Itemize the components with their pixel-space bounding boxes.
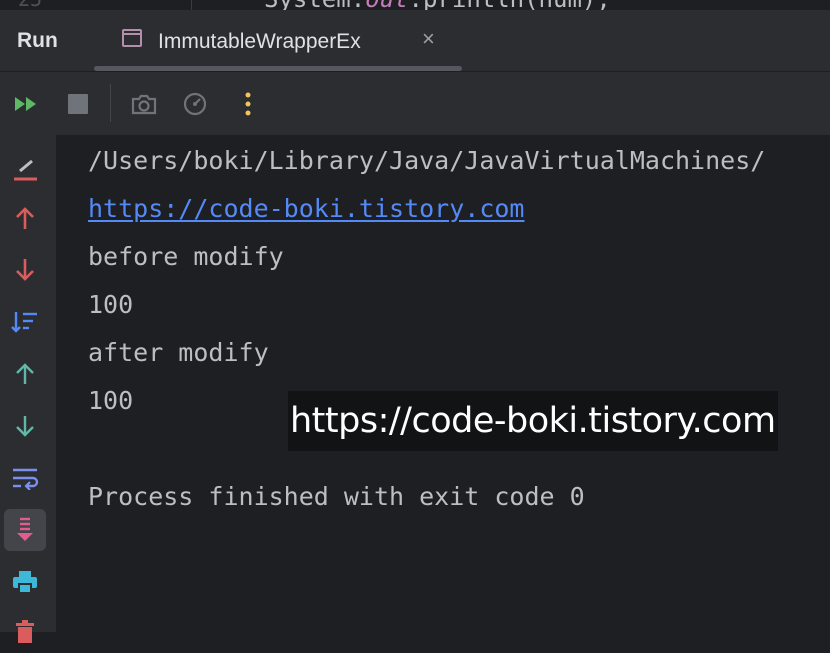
- delete-icon: [16, 620, 34, 643]
- down-stack-button[interactable]: [4, 249, 46, 291]
- tab-immutable-wrapper-ex[interactable]: ImmutableWrapperEx ×: [94, 10, 462, 71]
- sort-icon: [11, 312, 37, 333]
- next-occurrence-icon: [16, 416, 34, 437]
- watermark: https://code-boki.tistory.com: [288, 391, 778, 451]
- scroll-to-end-icon: [17, 517, 33, 541]
- console-line: after modify: [88, 338, 269, 367]
- next-occurrence-button[interactable]: [4, 405, 46, 447]
- print-icon: [13, 571, 37, 594]
- console-line-exit-status: Process finished with exit code 0: [88, 482, 585, 511]
- console-line: before modify: [88, 242, 284, 271]
- run-tool-window-header: Run ImmutableWrapperEx ×: [0, 10, 830, 72]
- profiler-button[interactable]: [181, 90, 209, 118]
- more-options-icon: [245, 92, 251, 116]
- stop-button[interactable]: [64, 90, 92, 118]
- close-icon[interactable]: ×: [422, 27, 435, 51]
- previous-occurrence-icon: [16, 363, 34, 384]
- clear-all-button[interactable]: [4, 147, 46, 189]
- console-line: 100: [88, 386, 134, 415]
- code-keyword: out: [365, 0, 408, 10]
- console-side-toolbar: [0, 135, 56, 643]
- soft-wrap-button[interactable]: [4, 457, 46, 499]
- run-config-icon: [122, 29, 142, 47]
- editor-strip: 25 System.out.println(num);: [0, 0, 830, 10]
- down-stack-icon: [16, 259, 34, 281]
- screenshot-icon: [131, 94, 157, 115]
- console-line-java-path: /Users/boki/Library/Java/JavaVirtualMach…: [88, 146, 766, 175]
- scroll-to-end-button[interactable]: [4, 509, 46, 551]
- code-suffix: .println(num);: [409, 0, 611, 10]
- rerun-icon: [15, 97, 36, 111]
- soft-wrap-icon: [13, 468, 39, 490]
- gutter-divider: [191, 0, 192, 10]
- code-line[interactable]: System.out.println(num);: [264, 0, 611, 10]
- run-toolbar: [0, 72, 830, 135]
- delete-button[interactable]: [4, 611, 46, 653]
- stop-icon: [68, 94, 88, 114]
- sort-button[interactable]: [4, 301, 46, 343]
- gutter-line-number: 25: [18, 0, 42, 10]
- tab-label: ImmutableWrapperEx: [158, 30, 361, 53]
- console-link[interactable]: https://code-boki.tistory.com: [88, 194, 525, 224]
- screenshot-button[interactable]: [130, 90, 158, 118]
- tab-selected-indicator: [94, 66, 462, 71]
- previous-occurrence-button[interactable]: [4, 353, 46, 395]
- rerun-button[interactable]: [12, 90, 40, 118]
- more-options-button[interactable]: [234, 90, 262, 118]
- up-stack-button[interactable]: [4, 197, 46, 239]
- console-line: 100: [88, 290, 134, 319]
- up-stack-icon: [16, 207, 34, 229]
- tool-window-title: Run: [17, 29, 58, 52]
- clear-all-icon: [14, 159, 37, 181]
- print-button[interactable]: [4, 561, 46, 603]
- profiler-icon: [183, 92, 207, 116]
- console-output[interactable]: /Users/boki/Library/Java/JavaVirtualMach…: [56, 135, 830, 632]
- toolbar-separator: [110, 84, 111, 122]
- code-prefix: System.: [264, 0, 365, 10]
